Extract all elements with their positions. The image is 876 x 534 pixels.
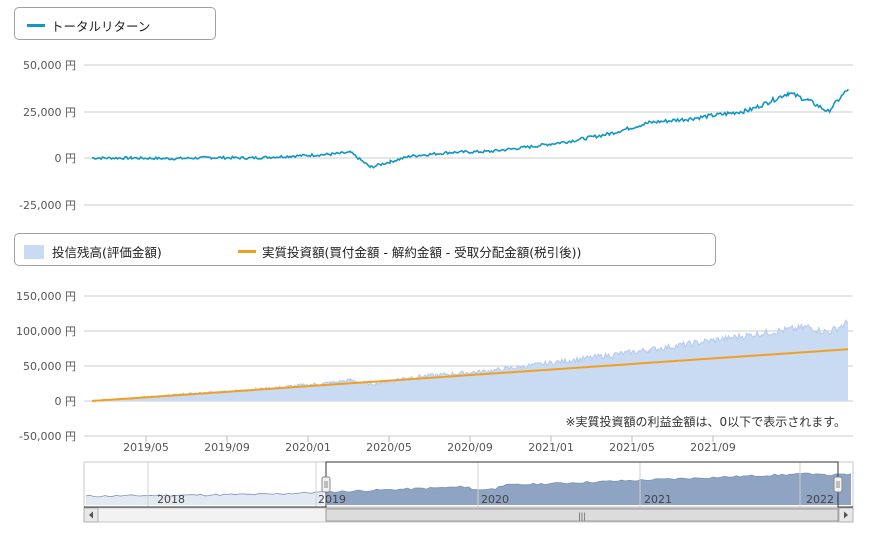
chart-canvas: 50,000 円 25,000 円 0 円 -25,000 円 150,000 … [16,59,854,523]
y-tick-label: 50,000 円 [23,59,76,72]
total-return-legend: トータルリターン [14,7,216,40]
range-navigator[interactable]: 2018 2019 2020 2021 2022 [83,461,854,508]
legend-label: トータルリターン [51,19,151,34]
navigator-scrollbar[interactable]: ||| [83,507,854,523]
x-tick-label: 2019/09 [204,441,250,454]
x-tick-label: 2021/09 [690,441,736,454]
y-tick-label: 0 円 [55,152,77,165]
scroll-right-button[interactable] [838,507,854,523]
balance-series-area [92,320,848,401]
handle-body[interactable] [833,476,843,493]
x-tick-label: 2021/01 [528,441,574,454]
legend-label: 実質投資額(買付金額 - 解約金額 - 受取分配金額(税引後)) [262,245,582,260]
y-tick-label: 25,000 円 [23,106,76,119]
asset-chart-widget: 50,000 円 25,000 円 0 円 -25,000 円 150,000 … [0,0,876,534]
bottom-chart-x-axis: 2019/05 2019/09 2020/01 2020/05 2020/09 … [123,436,736,454]
top-chart-y-axis: 50,000 円 25,000 円 0 円 -25,000 円 [19,59,76,212]
legend-line-swatch [238,250,256,253]
navigator-year-label: 2022 [806,493,834,506]
legend-label: 投信残高(評価金額) [52,245,162,260]
top-chart-grid [84,64,853,206]
chart-note: ※実質投資額の利益金額は、0以下で表示されます。 [566,414,847,429]
balance-legend: 投信残高(評価金額) 実質投資額(買付金額 - 解約金額 - 受取分配金額(税引… [14,233,716,266]
legend-line-swatch [27,24,45,27]
navigator-year-label: 2018 [157,493,185,506]
y-tick-label: -25,000 円 [19,199,76,212]
total-return-series-line [91,88,849,169]
y-tick-label: 50,000 円 [23,360,76,373]
x-tick-label: 2020/09 [447,441,493,454]
y-tick-label: -50,000 円 [19,430,76,443]
scrollbar-thumb[interactable]: ||| [325,508,839,522]
x-tick-label: 2020/05 [366,441,412,454]
navigator-left-handle[interactable] [321,476,331,493]
legend-item-total-return[interactable]: トータルリターン [27,16,150,35]
legend-item-balance[interactable]: 投信残高(評価金額) [24,242,162,261]
y-tick-label: 0 円 [55,395,77,408]
navigator-year-label: 2019 [318,493,346,506]
scrollbar-grip: ||| [578,512,586,521]
x-tick-label: 2021/05 [609,441,655,454]
y-tick-label: 100,000 円 [16,325,76,338]
scroll-left-button[interactable] [83,507,99,523]
x-tick-label: 2020/01 [285,441,331,454]
bottom-chart-y-axis: 150,000 円 100,000 円 50,000 円 0 円 -50,000… [16,290,76,443]
x-tick-label: 2019/05 [123,441,169,454]
legend-item-invested[interactable]: 実質投資額(買付金額 - 解約金額 - 受取分配金額(税引後)) [238,242,581,261]
handle-body[interactable] [321,476,331,493]
navigator-year-label: 2021 [644,493,672,506]
legend-area-swatch [24,244,44,259]
navigator-year-label: 2020 [481,493,509,506]
y-tick-label: 150,000 円 [16,290,76,303]
navigator-right-handle[interactable] [833,476,843,493]
